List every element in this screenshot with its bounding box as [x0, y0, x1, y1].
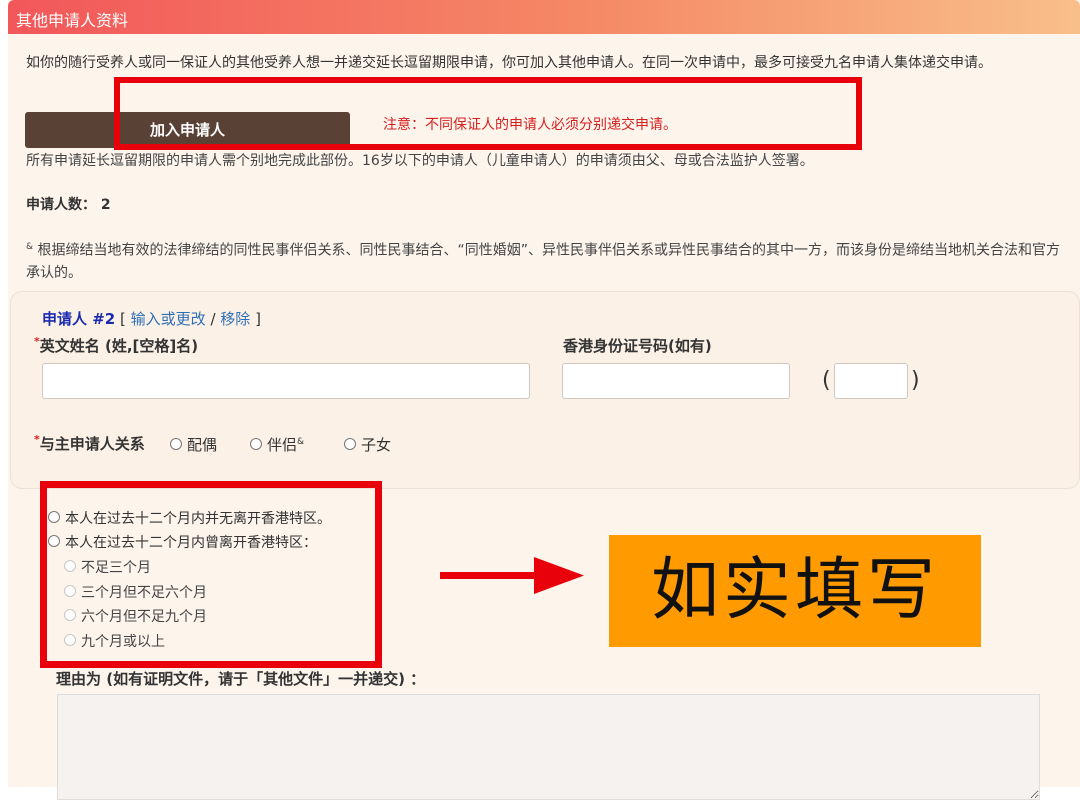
relation-label-text: 与主申请人关系 [39, 435, 145, 453]
edit-link[interactable]: 输入或更改 [131, 310, 206, 328]
radio-icon[interactable] [170, 437, 182, 450]
name-label-text: 英文姓名 (姓,[空格]名) [39, 337, 199, 355]
remove-link[interactable]: 移除 [220, 310, 250, 328]
radio-icon[interactable] [250, 437, 262, 450]
paren-open: ( [822, 368, 831, 393]
relation-option-spouse[interactable]: 配偶 [170, 434, 217, 455]
hkid-input[interactable] [562, 363, 790, 399]
applicant-count-value: 2 [100, 197, 111, 213]
relation-label: *与主申请人关系 [34, 433, 145, 454]
intro-text: 如你的随行受养人或同一保证人的其他受养人想一并递交延长逗留期限申请，你可加入其他… [26, 55, 992, 71]
radio-icon[interactable] [344, 437, 356, 450]
highlight-box [114, 77, 862, 150]
bracket-open: [ [120, 310, 126, 328]
reason-label: 理由为 (如有证明文件，请于「其他文件」一并递交) ： [56, 670, 426, 688]
footnote-text: 根据缔结当地有效的法律缔结的同性民事伴侣关系、同性民事结合、“同性婚姻”、异性民… [26, 242, 1060, 281]
red-arrow-icon [440, 557, 584, 594]
applicant-heading: 申请人 #2 [ 输入或更改 / 移除 ] [42, 308, 261, 329]
callout-label: 如实填写 [609, 535, 981, 647]
name-label: *英文姓名 (姓,[空格]名) [34, 335, 198, 356]
applicant-count-label: 申请人数： [26, 197, 96, 213]
section-title: 其他申请人资料 [16, 11, 129, 30]
paren-close: ) [911, 368, 920, 393]
reason-textarea[interactable] [57, 694, 1040, 800]
hkid-label: 香港身份证号码(如有) [563, 337, 712, 355]
instructions-text: 所有申请延长逗留期限的申请人需个别地完成此部份。16岁以下的申请人（儿童申请人）… [26, 153, 814, 169]
applicant-title: 申请人 #2 [42, 310, 116, 328]
footnote-marker: & [26, 242, 34, 252]
relation-option-child[interactable]: 子女 [344, 434, 391, 455]
relation-option-partner[interactable]: 伴侣& [250, 434, 304, 455]
english-name-input[interactable] [42, 363, 530, 399]
section-header: 其他申请人资料 [8, 0, 1080, 34]
bracket-close: ] [255, 310, 261, 328]
highlight-box [40, 481, 382, 668]
partner-marker: & [297, 437, 305, 447]
footnote: & 根据缔结当地有效的法律缔结的同性民事伴侣关系、同性民事结合、“同性婚姻”、异… [26, 236, 1071, 284]
link-separator: / [210, 310, 216, 328]
hkid-check-digit-input[interactable] [834, 363, 908, 399]
applicant-count: 申请人数： 2 [26, 194, 111, 214]
form-page: 其他申请人资料 如你的随行受养人或同一保证人的其他受养人想一并递交延长逗留期限申… [8, 0, 1080, 800]
